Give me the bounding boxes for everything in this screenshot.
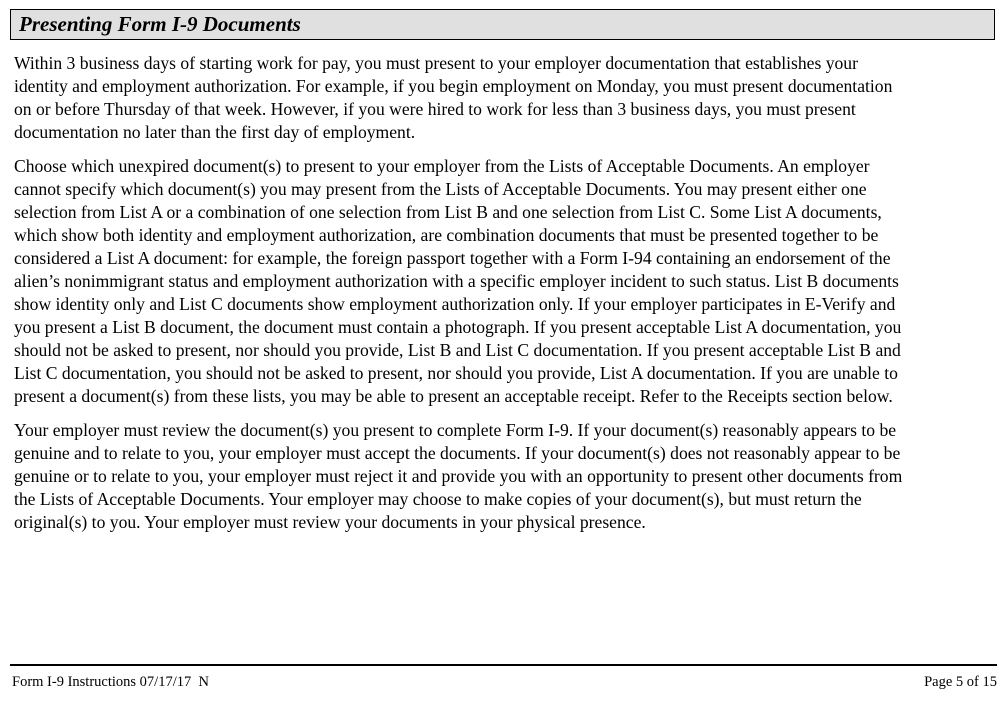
text-line: original(s) to you. Your employer must r… [14, 512, 646, 532]
text-line: genuine and to relate to you, your emplo… [14, 443, 901, 463]
section-title: Presenting Form I-9 Documents [19, 12, 301, 36]
paragraph: Your employer must review the document(s… [14, 419, 999, 534]
text-line: identity and employment authorization. F… [14, 76, 893, 96]
text-line: Choose which unexpired document(s) to pr… [14, 156, 870, 176]
text-line: show identity only and List C documents … [14, 294, 896, 314]
text-line: which show both identity and employment … [14, 225, 879, 245]
text-line: selection from List A or a combination o… [14, 202, 882, 222]
paragraph: Within 3 business days of starting work … [14, 52, 999, 144]
text-line: you present a List B document, the docum… [14, 317, 902, 337]
footer-rule [10, 664, 997, 666]
document-body: Within 3 business days of starting work … [14, 52, 999, 545]
text-line: cannot specify which document(s) you may… [14, 179, 867, 199]
text-line: documentation no later than the first da… [14, 122, 416, 142]
text-line: Your employer must review the document(s… [14, 420, 897, 440]
footer-page-number: Page 5 of 15 [924, 674, 997, 690]
text-line: should not be asked to present, nor shou… [14, 340, 901, 360]
paragraph: Choose which unexpired document(s) to pr… [14, 155, 999, 408]
text-line: List C documentation, you should not be … [14, 363, 898, 383]
text-line: Within 3 business days of starting work … [14, 53, 858, 73]
text-line: present a document(s) from these lists, … [14, 386, 893, 406]
section-header: Presenting Form I-9 Documents [10, 9, 995, 40]
text-line: considered a List A document: for exampl… [14, 248, 891, 268]
text-line: the Lists of Acceptable Documents. Your … [14, 489, 862, 509]
text-line: alien’s nonimmigrant status and employme… [14, 271, 899, 291]
text-line: genuine or to relate to you, your employ… [14, 466, 903, 486]
text-line: on or before Thursday of that week. Howe… [14, 99, 856, 119]
footer-form-id: Form I-9 Instructions 07/17/17 N [12, 674, 209, 690]
